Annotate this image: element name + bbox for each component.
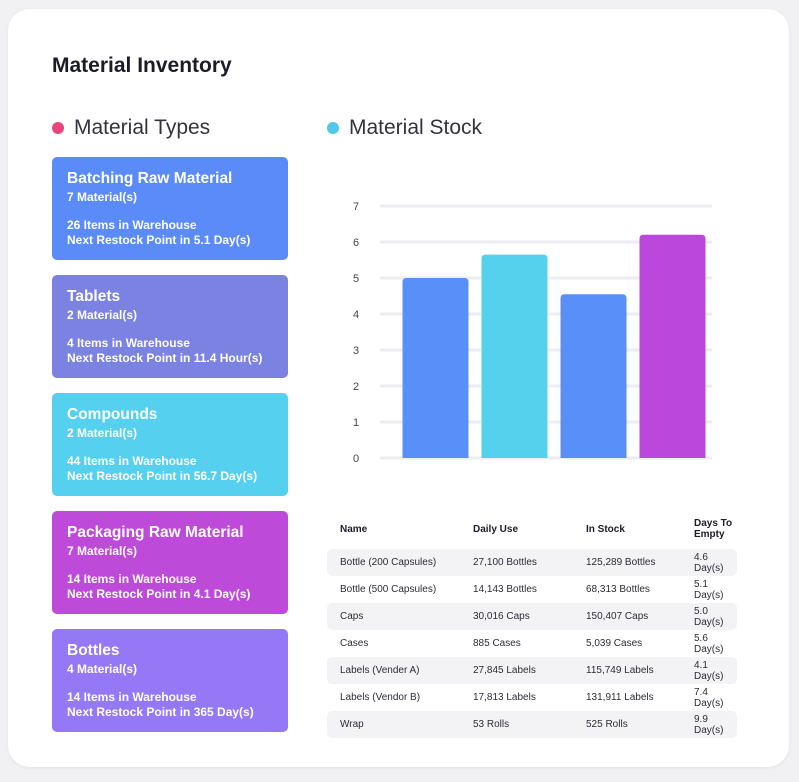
cell-in-stock: 68,313 Bottles [586, 584, 650, 595]
chart-y-tick-label: 7 [353, 201, 359, 213]
chart-bar[interactable] [402, 278, 469, 458]
table-row[interactable]: Labels (Vender A) 27,845 Labels 115,749 … [327, 657, 737, 684]
chart-y-tick-label: 0 [353, 453, 359, 465]
column-header-days-to-empty: Days To Empty [694, 518, 733, 540]
cell-daily-use: 885 Cases [473, 638, 521, 649]
table-header-row: Name Daily Use In Stock Days To Empty [327, 514, 737, 549]
type-card-packaging-raw-material[interactable]: Packaging Raw Material 7 Material(s) 14 … [52, 511, 288, 614]
table-row[interactable]: Caps 30,016 Caps 150,407 Caps 5.0 Day(s) [327, 603, 737, 630]
chart-y-tick-label: 4 [353, 309, 359, 321]
type-card-name: Tablets [67, 288, 121, 305]
cell-daily-use: 53 Rolls [460, 711, 573, 738]
cell-daily-use: 14,143 Bottles [473, 584, 537, 595]
cell-days-to-empty: 5.1 Day(s) [694, 578, 724, 601]
type-card-compounds[interactable]: Compounds 2 Material(s) 44 Items in Ware… [52, 393, 288, 496]
cell-name: Bottle (200 Capsules) [327, 549, 460, 576]
chart-bar[interactable] [481, 254, 548, 458]
column-header-daily-use: Daily Use [473, 523, 519, 535]
table-row[interactable]: Cases 885 Cases 5,039 Cases 5.6 Day(s) [327, 630, 737, 657]
type-card-name: Compounds [67, 406, 158, 423]
material-stock-dot-icon [327, 122, 339, 134]
cell-name: Wrap [327, 711, 460, 738]
cell-days-to-empty: 9.9 Day(s) [681, 711, 737, 738]
chart-y-tick-label: 1 [353, 417, 359, 429]
page-title: Material Inventory [52, 54, 232, 77]
type-card-restock: Next Restock Point in 11.4 Hour(s) [67, 351, 263, 365]
cell-name: Bottle (500 Capsules) [340, 584, 437, 595]
cell-daily-use: 30,016 Caps [460, 603, 573, 630]
material-stock-heading-label: Material Stock [349, 116, 483, 139]
cell-days-to-empty: 5.6 Day(s) [694, 632, 724, 655]
cell-in-stock: 150,407 Caps [573, 603, 681, 630]
type-card-items: 26 Items in Warehouse [67, 218, 197, 232]
material-types-heading: Material Types [52, 116, 210, 140]
material-stock-heading: Material Stock [327, 116, 482, 140]
column-header-in-stock: In Stock [586, 523, 625, 535]
type-card-tablets[interactable]: Tablets 2 Material(s) 4 Items in Warehou… [52, 275, 288, 378]
material-types-dot-icon [52, 122, 64, 134]
chart-y-tick-label: 3 [353, 345, 359, 357]
cell-daily-use: 27,100 Bottles [460, 549, 573, 576]
chart-y-tick-label: 2 [353, 381, 359, 393]
type-card-restock: Next Restock Point in 4.1 Day(s) [67, 587, 251, 601]
type-card-name: Bottles [67, 642, 120, 659]
table-row[interactable]: Wrap 53 Rolls 525 Rolls 9.9 Day(s) [327, 711, 737, 738]
material-table: Name Daily Use In Stock Days To Empty Bo… [327, 514, 737, 738]
table-row[interactable]: Bottle (200 Capsules) 27,100 Bottles 125… [327, 549, 737, 576]
cell-days-to-empty: 7.4 Day(s) [694, 686, 724, 709]
type-card-name: Packaging Raw Material [67, 524, 244, 541]
cell-in-stock: 115,749 Labels [573, 657, 681, 684]
cell-name: Labels (Vender A) [327, 657, 460, 684]
chart-y-ticks: 0 1 2 3 4 5 6 7 [353, 201, 359, 465]
chart-bars [402, 234, 706, 458]
cell-daily-use: 27,845 Labels [460, 657, 573, 684]
type-card-items: 4 Items in Warehouse [67, 336, 190, 350]
column-header-name: Name [340, 523, 368, 535]
chart-bar[interactable] [639, 234, 706, 458]
type-card-count: 4 Material(s) [67, 662, 138, 676]
cell-in-stock: 525 Rolls [573, 711, 681, 738]
type-card-name: Batching Raw Material [67, 170, 233, 187]
cell-in-stock: 131,911 Labels [586, 692, 654, 703]
material-stock-chart: 0 1 2 3 4 5 6 7 [353, 201, 712, 465]
cell-days-to-empty: 4.1 Day(s) [681, 657, 737, 684]
type-card-items: 14 Items in Warehouse [67, 690, 197, 704]
material-table-container: Name Daily Use In Stock Days To Empty Bo… [327, 514, 737, 738]
type-card-count: 2 Material(s) [67, 308, 138, 322]
type-card-count: 7 Material(s) [67, 544, 138, 558]
type-card-count: 2 Material(s) [67, 426, 138, 440]
cell-days-to-empty: 4.6 Day(s) [681, 549, 737, 576]
cell-in-stock: 5,039 Cases [586, 638, 643, 649]
type-card-batching-raw-material[interactable]: Batching Raw Material 7 Material(s) 26 I… [52, 157, 288, 260]
material-types-heading-label: Material Types [74, 116, 211, 139]
chart-y-tick-label: 5 [353, 273, 359, 285]
type-card-items: 44 Items in Warehouse [67, 454, 197, 468]
cell-name: Cases [340, 638, 369, 649]
table-row[interactable]: Bottle (500 Capsules) 14,143 Bottles 68,… [327, 576, 737, 603]
type-card-restock: Next Restock Point in 365 Day(s) [67, 705, 254, 719]
type-card-count: 7 Material(s) [67, 190, 138, 204]
chart-y-tick-label: 6 [353, 237, 359, 249]
type-card-items: 14 Items in Warehouse [67, 572, 197, 586]
cell-name: Caps [327, 603, 460, 630]
type-card-restock: Next Restock Point in 5.1 Day(s) [67, 233, 251, 247]
cell-name: Labels (Vendor B) [340, 692, 421, 703]
cell-daily-use: 17,813 Labels [473, 692, 536, 703]
type-card-restock: Next Restock Point in 56.7 Day(s) [67, 469, 258, 483]
cell-in-stock: 125,289 Bottles [573, 549, 681, 576]
chart-bar[interactable] [560, 294, 627, 458]
cell-days-to-empty: 5.0 Day(s) [681, 603, 737, 630]
table-row[interactable]: Labels (Vendor B) 17,813 Labels 131,911 … [327, 684, 737, 711]
type-card-bottles[interactable]: Bottles 4 Material(s) 14 Items in Wareho… [52, 629, 288, 732]
